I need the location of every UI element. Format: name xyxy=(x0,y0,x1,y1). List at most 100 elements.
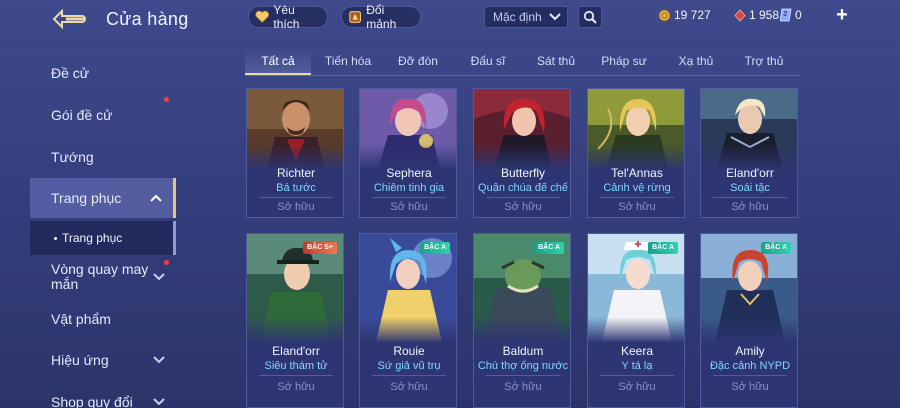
voucher-amount: 0 xyxy=(795,8,802,22)
shards-icon xyxy=(349,11,362,23)
tab-mage[interactable]: Pháp sư xyxy=(591,48,657,75)
skin-name: Sứ giả vũ trụ xyxy=(377,360,441,372)
sidebar-item-skins[interactable]: Trang phục xyxy=(30,178,176,218)
heart-icon xyxy=(255,10,269,23)
rank-badge: BẬC A xyxy=(534,242,564,254)
hero-name: Baldum xyxy=(502,344,544,358)
sidebar-subitem-skins[interactable]: Trang phục xyxy=(30,221,176,255)
notification-dot xyxy=(164,97,169,102)
owned-status: Sở hữu xyxy=(277,201,315,213)
tab-all[interactable]: Tất cả xyxy=(245,48,311,75)
gold-balance: 19 727 xyxy=(658,8,711,22)
add-currency-button[interactable]: + xyxy=(832,4,852,26)
back-button[interactable] xyxy=(52,8,90,30)
search-button[interactable] xyxy=(578,6,602,28)
voucher-balance: 0 xyxy=(780,8,802,22)
chevron-down-icon xyxy=(152,273,166,281)
divider xyxy=(372,375,446,376)
skin-name: Bá tước xyxy=(276,182,316,194)
red-currency-balance: 1 958 xyxy=(734,8,779,22)
skin-card[interactable]: BẬC A Amily Đặc cảnh NYPD Sở hữu xyxy=(700,233,798,408)
skin-name: Y tá lạ xyxy=(621,360,653,372)
trade-label: Đổi mảnh xyxy=(366,3,397,31)
skin-card[interactable]: Eland'orr Soái tặc Sở hữu xyxy=(700,88,798,218)
skin-card[interactable]: Tel'Annas Cảnh vệ rừng Sở hữu xyxy=(587,88,685,218)
hero-name: Sephera xyxy=(386,166,432,180)
hero-name: Rouie xyxy=(393,344,425,358)
sidebar-item-lucky-wheel[interactable]: Vòng quay may mắn xyxy=(30,257,176,297)
sidebar-item-recommended[interactable]: Đề cử xyxy=(30,53,176,93)
sidebar-item-label: Trang phục xyxy=(51,189,122,206)
skin-name: Chú thợ ống nước xyxy=(477,360,569,372)
tab-tank[interactable]: Đỡ đòn xyxy=(385,48,451,75)
skin-name: Siêu thám tử xyxy=(264,360,328,372)
tab-marksman[interactable]: Xạ thủ xyxy=(663,48,729,75)
sidebar-item-effects[interactable]: Hiệu ứng xyxy=(30,340,176,380)
sidebar: Đề cử Gói đề cử Tướng Trang phục Trang p… xyxy=(30,50,176,408)
divider xyxy=(259,375,333,376)
tab-evolution[interactable]: Tiến hóa xyxy=(315,48,381,75)
skin-card[interactable]: BẬC A Baldum Chú thợ ống nước Sở hữu xyxy=(473,233,571,408)
divider xyxy=(713,197,787,198)
sidebar-subitem-label: Trang phục xyxy=(62,231,123,245)
tab-support[interactable]: Trợ thủ xyxy=(731,48,797,75)
tab-assassin[interactable]: Sát thủ xyxy=(523,48,589,75)
sidebar-item-label: Tướng xyxy=(51,148,94,165)
skin-card[interactable]: BẬC S+ Eland'orr Siêu thám tử Sở hữu xyxy=(246,233,344,408)
sidebar-item-exchange-shop[interactable]: Shop quy đổi xyxy=(30,382,176,408)
owned-status: Sở hữu xyxy=(618,201,656,213)
category-tabs: Tất cả Tiến hóa Đỡ đòn Đấu sĩ Sát thủ Ph… xyxy=(245,48,800,76)
gold-coin-icon xyxy=(658,9,671,21)
owned-status: Sở hữu xyxy=(731,381,769,393)
sidebar-item-label: Shop quy đổi xyxy=(51,393,133,408)
skin-card[interactable]: Butterfly Quận chúa đế chế Sở hữu xyxy=(473,88,571,218)
hero-name: Butterfly xyxy=(500,166,545,180)
skin-card[interactable]: Richter Bá tước Sở hữu xyxy=(246,88,344,218)
sidebar-item-recommended-bundles[interactable]: Gói đề cử xyxy=(30,95,176,135)
divider xyxy=(600,197,674,198)
sidebar-item-label: Đề cử xyxy=(51,64,90,81)
hero-name: Amily xyxy=(735,344,765,358)
owned-status: Sở hữu xyxy=(618,381,656,393)
hero-name: Eland'orr xyxy=(726,166,774,180)
owned-status: Sở hữu xyxy=(731,201,769,213)
skin-card[interactable]: Sephera Chiêm tinh gia Sở hữu xyxy=(359,88,457,218)
bullet-icon xyxy=(54,236,57,240)
sidebar-item-heroes[interactable]: Tướng xyxy=(30,137,176,177)
divider xyxy=(372,197,446,198)
hero-name: Keera xyxy=(620,344,654,358)
favorites-button[interactable]: Yêu thích xyxy=(248,3,328,31)
skin-name: Chiêm tinh gia xyxy=(373,182,445,194)
skin-card[interactable]: BẬC A Rouie Sứ giả vũ trụ Sở hữu xyxy=(359,233,457,408)
sidebar-item-label: Vật phẩm xyxy=(51,310,111,327)
notification-dot xyxy=(164,260,169,265)
portrait-fade xyxy=(701,317,797,342)
back-arrow-icon xyxy=(52,8,86,30)
voucher-icon xyxy=(780,8,792,22)
sort-dropdown[interactable]: Mặc định xyxy=(484,6,568,28)
portrait-fade xyxy=(474,317,570,342)
hero-name: Eland'orr xyxy=(272,344,320,358)
divider xyxy=(259,197,333,198)
owned-status: Sở hữu xyxy=(390,381,428,393)
chevron-down-icon xyxy=(152,398,166,406)
trade-shards-button[interactable]: Đổi mảnh xyxy=(341,3,421,31)
owned-status: Sở hữu xyxy=(504,381,542,393)
divider xyxy=(486,375,560,376)
divider xyxy=(486,197,560,198)
rank-badge: BẬC A xyxy=(761,242,791,254)
hero-name: Richter xyxy=(276,166,315,180)
rank-badge: BẬC A xyxy=(420,242,450,254)
hero-name: Tel'Annas xyxy=(611,166,663,180)
chevron-down-icon xyxy=(152,356,166,364)
owned-status: Sở hữu xyxy=(277,381,315,393)
skin-portrait xyxy=(474,89,570,169)
red-currency-amount: 1 958 xyxy=(749,8,780,22)
skin-card[interactable]: BẬC A Keera Y tá lạ Sở hữu xyxy=(587,233,685,408)
portrait-fade xyxy=(588,317,684,342)
sidebar-item-items[interactable]: Vật phẩm xyxy=(30,299,176,339)
skin-portrait xyxy=(247,89,343,169)
sidebar-item-label: Gói đề cử xyxy=(51,106,113,123)
skin-name: Soái tặc xyxy=(730,182,770,194)
tab-fighter[interactable]: Đấu sĩ xyxy=(455,48,521,75)
